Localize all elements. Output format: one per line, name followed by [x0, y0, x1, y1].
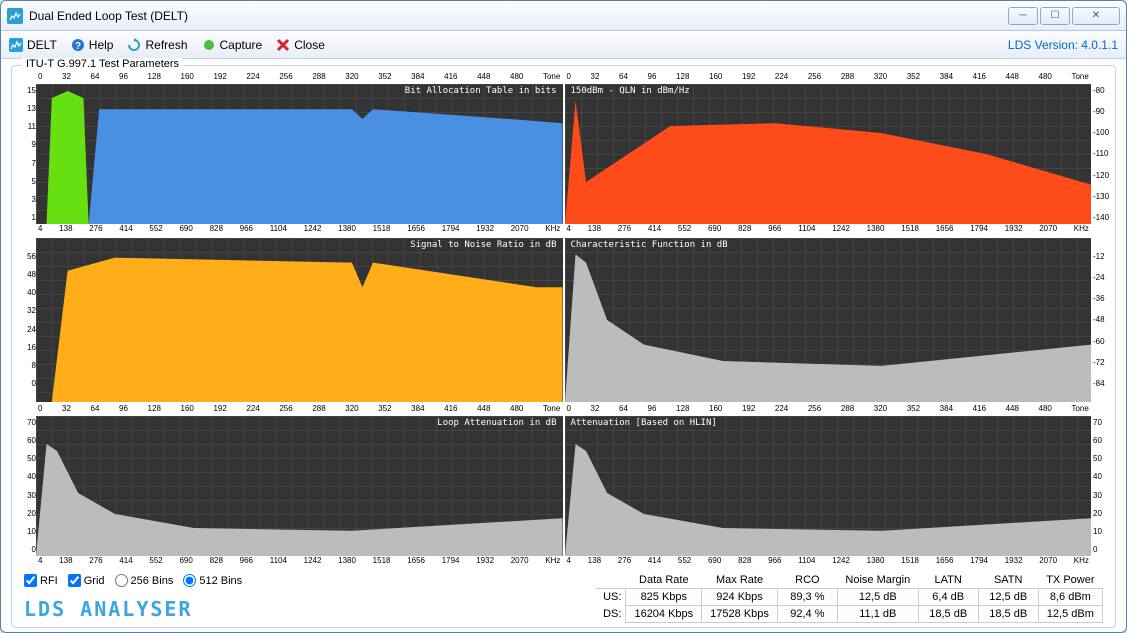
refresh-button[interactable]: Refresh [127, 38, 187, 52]
help-button[interactable]: ?Help [71, 38, 114, 52]
chart-title: Characteristic Function in dB [571, 240, 728, 250]
x-axis-top: 0326496128160192224256288320352384416448… [36, 72, 563, 84]
close-icon [276, 38, 290, 52]
brand-label: LDS ANALYSER [24, 597, 242, 621]
capture-button[interactable]: Capture [202, 38, 263, 52]
charts-grid: 1513119753103264961281601922242562883203… [18, 72, 1109, 568]
window-buttons: ─ ☐ ✕ [1008, 7, 1120, 25]
help-icon: ? [71, 38, 85, 52]
stats-header: Noise Margin [837, 572, 918, 589]
plot-area: Loop Attenuation in dB [36, 416, 563, 556]
titlebar: Dual Ended Loop Test (DELT) ─ ☐ ✕ [1, 1, 1126, 31]
x-axis-top: 0326496128160192224256288320352384416448… [36, 404, 563, 416]
group-title: ITU-T G.997.1 Test Parameters [22, 58, 183, 70]
close-window-button[interactable]: ✕ [1072, 7, 1120, 25]
stats-header: SATN [978, 572, 1038, 589]
footer-row: RFI Grid 256 Bins 512 Bins LDS ANALYSER … [18, 568, 1109, 623]
y-axis: 706050403020100 [18, 404, 36, 568]
content-area: ITU-T G.997.1 Test Parameters 1513119753… [1, 59, 1126, 632]
chart-char: Characteristic Function in dB -12-24-36-4… [565, 238, 1110, 402]
stats-cell: 8,6 dBm [1038, 589, 1102, 606]
chart-title: Bit Allocation Table in bits [405, 86, 557, 96]
svg-text:?: ? [75, 41, 81, 52]
y-axis: 56484032241680 [18, 238, 36, 402]
stats-header: Max Rate [702, 572, 778, 589]
close-button[interactable]: Close [276, 38, 325, 52]
chart-title: Attenuation [Based on HLIN] [571, 418, 717, 428]
plot-area: Bit Allocation Table in bits [36, 84, 563, 224]
x-axis-bottom: 4138276414552690828966110412421380151816… [565, 224, 1092, 236]
stats-cell: 92,4 % [777, 606, 837, 623]
stats-header: LATN [918, 572, 978, 589]
plot-area: Characteristic Function in dB [565, 238, 1092, 402]
stats-cell: 12,5 dB [837, 589, 918, 606]
chart-title: Loop Attenuation in dB [437, 418, 556, 428]
parameters-group: ITU-T G.997.1 Test Parameters 1513119753… [11, 65, 1116, 628]
stats-cell: 12,5 dB [978, 589, 1038, 606]
stats-header: TX Power [1038, 572, 1102, 589]
stats-row-label: US: [595, 589, 626, 606]
refresh-icon [127, 38, 141, 52]
stats-cell: 89,3 % [777, 589, 837, 606]
stats-cell: 11,1 dB [837, 606, 918, 623]
delt-button[interactable]: DELT [9, 38, 57, 52]
stats-header: RCO [777, 572, 837, 589]
window-title: Dual Ended Loop Test (DELT) [29, 9, 1008, 23]
x-axis-bottom: 4138276414552690828966110412421380151816… [36, 224, 563, 236]
bins512-radio[interactable]: 512 Bins [183, 574, 242, 587]
chart-qln: 0326496128160192224256288320352384416448… [565, 72, 1110, 236]
stats-cell: 12,5 dBm [1038, 606, 1102, 623]
chart-hlin: 0326496128160192224256288320352384416448… [565, 404, 1110, 568]
y-axis: 15131197531 [18, 72, 36, 236]
stats-cell: 18,5 dB [978, 606, 1038, 623]
stats-cell: 6,4 dB [918, 589, 978, 606]
chart-title: Signal to Noise Ratio in dB [410, 240, 556, 250]
chart-icon [9, 38, 23, 52]
toolbar: DELT ?Help Refresh Capture Close LDS Ver… [1, 31, 1126, 59]
rfi-checkbox[interactable]: RFI [24, 574, 58, 587]
plot-area: Attenuation [Based on HLIN] [565, 416, 1092, 556]
stats-table: Data RateMax RateRCONoise MarginLATNSATN… [595, 572, 1103, 623]
stats-row-label: DS: [595, 606, 626, 623]
maximize-button[interactable]: ☐ [1040, 7, 1070, 25]
stats-cell: 18,5 dB [918, 606, 978, 623]
controls: RFI Grid 256 Bins 512 Bins [24, 574, 242, 587]
y-axis: 706050403020100 [1091, 404, 1109, 568]
chart-bit_alloc: 1513119753103264961281601922242562883203… [18, 72, 563, 236]
stats-cell: 924 Kbps [702, 589, 778, 606]
plot-area: Signal to Noise Ratio in dB [36, 238, 563, 402]
chart-title: 150dBm - QLN in dBm/Hz [571, 86, 690, 96]
y-axis: -12-24-36-48-60-72-84 [1091, 238, 1109, 402]
x-axis-top: 0326496128160192224256288320352384416448… [565, 404, 1092, 416]
x-axis-top: 0326496128160192224256288320352384416448… [565, 72, 1092, 84]
chart-latn: 7060504030201000326496128160192224256288… [18, 404, 563, 568]
app-icon [7, 8, 23, 24]
stats-cell: 17528 Kbps [702, 606, 778, 623]
chart-snr: 56484032241680 Signal to Noise Ratio in d… [18, 238, 563, 402]
app-window: Dual Ended Loop Test (DELT) ─ ☐ ✕ DELT ?… [0, 0, 1127, 633]
capture-icon [202, 38, 216, 52]
version-label: LDS Version: 4.0.1.1 [1008, 38, 1118, 52]
minimize-button[interactable]: ─ [1008, 7, 1038, 25]
stats-header: Data Rate [626, 572, 702, 589]
y-axis: -80-90-100-110-120-130-140 [1091, 72, 1109, 236]
grid-checkbox[interactable]: Grid [68, 574, 105, 587]
x-axis-bottom: 4138276414552690828966110412421380151816… [565, 556, 1092, 568]
x-axis-bottom: 4138276414552690828966110412421380151816… [36, 556, 563, 568]
stats-cell: 825 Kbps [626, 589, 702, 606]
stats-cell: 16204 Kbps [626, 606, 702, 623]
bins256-radio[interactable]: 256 Bins [115, 574, 174, 587]
plot-area: 150dBm - QLN in dBm/Hz [565, 84, 1092, 224]
